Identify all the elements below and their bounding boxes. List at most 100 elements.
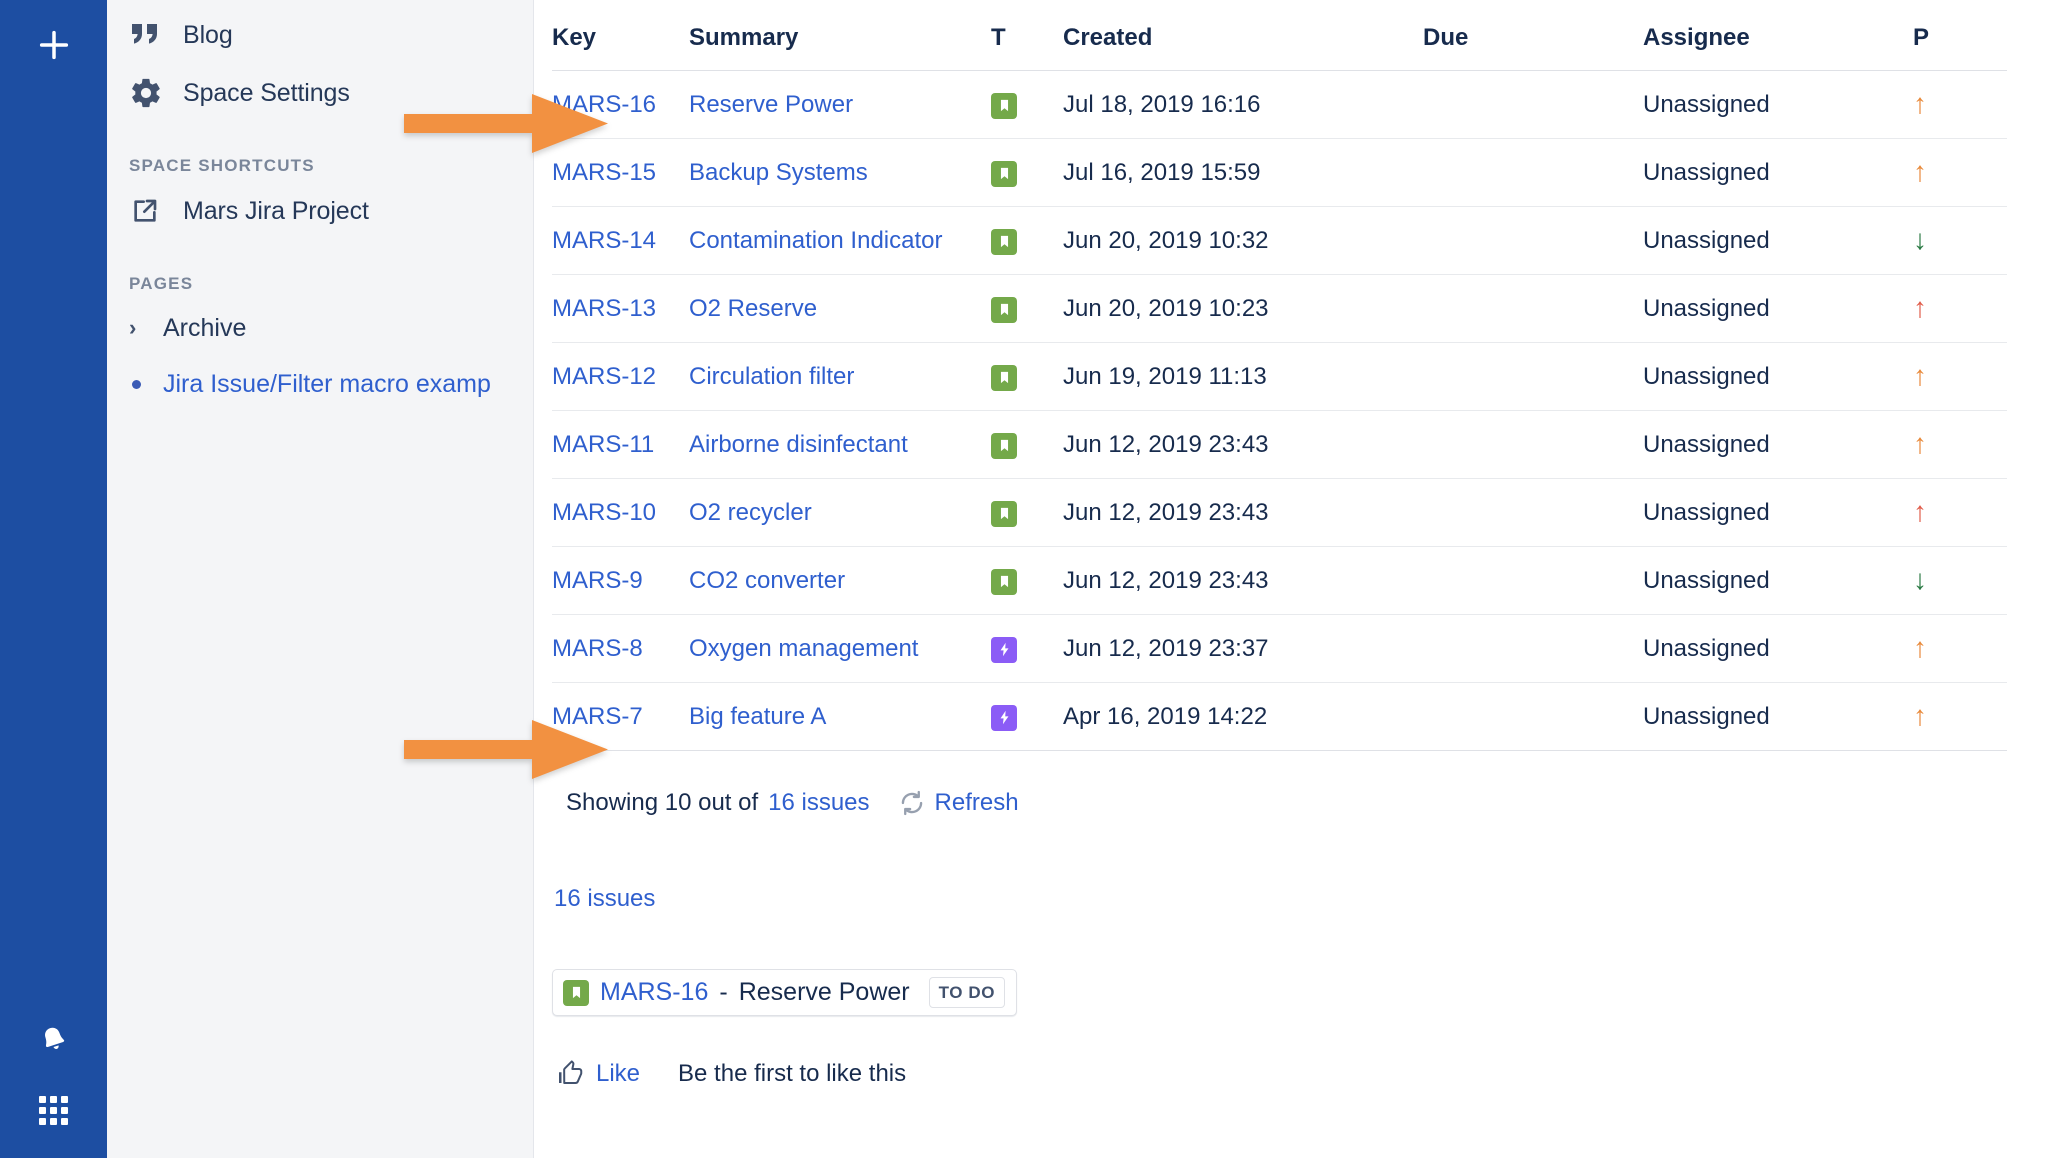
cell-created: Jun 12, 2019 23:37 xyxy=(1063,614,1423,683)
issue-summary-link[interactable]: Backup Systems xyxy=(689,159,868,186)
sidebar-page-label: Archive xyxy=(163,313,247,342)
column-header-created[interactable]: Created xyxy=(1063,0,1423,71)
cell-assignee: Unassigned xyxy=(1643,274,1913,343)
table-row[interactable]: MARS-10 O2 recycler Jun 12, 2019 23:43 Unas… xyxy=(552,478,2007,547)
sidebar-item-label: Space Settings xyxy=(183,78,350,107)
table-row[interactable]: MARS-11 Airborne disinfectant Jun 12, 2019… xyxy=(552,410,2007,479)
cell-priority: ↑ xyxy=(1913,342,2007,411)
chevron-right-icon[interactable]: › xyxy=(129,315,163,341)
page-content: Key Summary T Created Due Assignee P MAR… xyxy=(534,0,2048,1158)
cell-key: MARS-16 xyxy=(552,70,689,139)
issue-summary-link[interactable]: Contamination Indicator xyxy=(689,227,942,254)
sidebar-item-label: Blog xyxy=(183,20,233,49)
cell-assignee: Unassigned xyxy=(1643,70,1913,139)
column-header-key[interactable]: Key xyxy=(552,0,689,71)
chip-separator: - xyxy=(719,978,728,1006)
issues-count-link[interactable]: 16 issues xyxy=(554,885,655,913)
issue-key-link[interactable]: MARS-8 xyxy=(552,635,643,662)
create-button[interactable] xyxy=(31,22,77,68)
table-row[interactable]: MARS-16 Reserve Power Jul 18, 2019 16:16 Un… xyxy=(552,70,2007,139)
issue-summary-link[interactable]: O2 recycler xyxy=(689,499,812,526)
bullet-dot-icon xyxy=(129,379,163,389)
app-switcher-button[interactable] xyxy=(34,1090,74,1130)
table-row[interactable]: MARS-15 Backup Systems Jul 16, 2019 15:59 U… xyxy=(552,138,2007,207)
notifications-button[interactable] xyxy=(34,1020,74,1060)
issue-key-link[interactable]: MARS-14 xyxy=(552,227,656,254)
priority-medium-icon: ↑ xyxy=(1913,428,1927,459)
cell-key: MARS-14 xyxy=(552,206,689,275)
cell-summary: Reserve Power xyxy=(689,70,991,139)
issue-summary-link[interactable]: Reserve Power xyxy=(689,91,853,118)
issue-summary-link[interactable]: Oxygen management xyxy=(689,635,918,662)
issue-key-link[interactable]: MARS-15 xyxy=(552,159,656,186)
app-switcher-grid-icon xyxy=(39,1095,68,1125)
table-row[interactable]: MARS-7 Big feature A Apr 16, 2019 14:22 Una… xyxy=(552,682,2007,751)
cell-summary: CO2 converter xyxy=(689,546,991,615)
cell-type xyxy=(991,206,1063,275)
cell-due xyxy=(1423,70,1643,139)
issue-summary-link[interactable]: Big feature A xyxy=(689,703,826,730)
cell-summary: Backup Systems xyxy=(689,138,991,207)
issue-summary-link[interactable]: Circulation filter xyxy=(689,363,854,390)
cell-key: MARS-8 xyxy=(552,614,689,683)
column-header-priority[interactable]: P xyxy=(1913,0,2007,71)
table-header: Key Summary T Created Due Assignee P xyxy=(552,0,2007,71)
column-header-due[interactable]: Due xyxy=(1423,0,1643,71)
epic-bolt-icon xyxy=(991,704,1017,731)
cell-created: Jul 16, 2019 15:59 xyxy=(1063,138,1423,207)
sidebar-shortcut-mars-jira-project[interactable]: Mars Jira Project xyxy=(107,182,533,240)
global-navigation-rail xyxy=(0,0,107,1158)
cell-priority: ↓ xyxy=(1913,206,2007,275)
issue-summary-link[interactable]: O2 Reserve xyxy=(689,295,817,322)
issue-summary-link[interactable]: CO2 converter xyxy=(689,567,845,594)
issue-key-link[interactable]: MARS-12 xyxy=(552,363,656,390)
issue-key-link[interactable]: MARS-11 xyxy=(552,431,654,458)
column-header-type[interactable]: T xyxy=(991,0,1063,71)
table-row[interactable]: MARS-13 O2 Reserve Jun 20, 2019 10:23 Unass… xyxy=(552,274,2007,343)
cell-created: Apr 16, 2019 14:22 xyxy=(1063,682,1423,751)
table-row[interactable]: MARS-12 Circulation filter Jun 19, 2019 11… xyxy=(552,342,2007,411)
showing-summary: Showing 10 out of 16 issues Refresh xyxy=(566,789,2048,817)
issue-key-link[interactable]: MARS-13 xyxy=(552,295,656,322)
gear-icon xyxy=(129,76,183,110)
sidebar-page-label: Jira Issue/Filter macro examp xyxy=(163,369,491,398)
column-header-summary[interactable]: Summary xyxy=(689,0,991,71)
cell-summary: Airborne disinfectant xyxy=(689,410,991,479)
issue-key-link[interactable]: MARS-9 xyxy=(552,567,643,594)
cell-assignee: Unassigned xyxy=(1643,138,1913,207)
cell-assignee: Unassigned xyxy=(1643,410,1913,479)
sidebar-page-archive[interactable]: › Archive xyxy=(107,300,533,356)
table-row[interactable]: MARS-14 Contamination Indicator Jun 20, 20… xyxy=(552,206,2007,275)
showing-issues-link[interactable]: 16 issues xyxy=(768,789,869,817)
cell-due xyxy=(1423,410,1643,479)
cell-key: MARS-12 xyxy=(552,342,689,411)
issue-key-link[interactable]: MARS-7 xyxy=(552,703,643,730)
like-button[interactable]: Like xyxy=(556,1059,640,1089)
priority-high-icon: ↑ xyxy=(1913,496,1927,527)
priority-low-icon: ↓ xyxy=(1913,564,1927,595)
space-shortcuts-heading: SPACE SHORTCUTS xyxy=(129,156,315,175)
thumbs-up-icon xyxy=(559,1060,583,1084)
issue-key-link[interactable]: MARS-16 xyxy=(552,91,656,118)
cell-summary: Circulation filter xyxy=(689,342,991,411)
inline-issue-chip[interactable]: MARS-16 - Reserve Power TO DO xyxy=(552,969,1018,1016)
table-row[interactable]: MARS-9 CO2 converter Jun 12, 2019 23:43 Una… xyxy=(552,546,2007,615)
like-label: Like xyxy=(596,1060,641,1087)
refresh-button[interactable]: Refresh xyxy=(898,789,1019,817)
cell-priority: ↑ xyxy=(1913,614,2007,683)
issue-key-link[interactable]: MARS-10 xyxy=(552,499,656,526)
cell-priority: ↑ xyxy=(1913,138,2007,207)
cell-type xyxy=(991,138,1063,207)
sidebar-item-blog[interactable]: Blog xyxy=(107,6,533,64)
cell-summary: O2 Reserve xyxy=(689,274,991,343)
table-row[interactable]: MARS-8 Oxygen management Jun 12, 2019 23:3… xyxy=(552,614,2007,683)
priority-medium-icon: ↑ xyxy=(1913,88,1927,119)
cell-type xyxy=(991,274,1063,343)
sidebar-item-space-settings[interactable]: Space Settings xyxy=(107,64,533,122)
cell-due xyxy=(1423,206,1643,275)
cell-created: Jun 12, 2019 23:43 xyxy=(1063,478,1423,547)
pages-heading: PAGES xyxy=(129,274,194,293)
sidebar-page-jira-macro-example[interactable]: Jira Issue/Filter macro examp xyxy=(107,356,533,412)
column-header-assignee[interactable]: Assignee xyxy=(1643,0,1913,71)
issue-summary-link[interactable]: Airborne disinfectant xyxy=(689,431,908,458)
